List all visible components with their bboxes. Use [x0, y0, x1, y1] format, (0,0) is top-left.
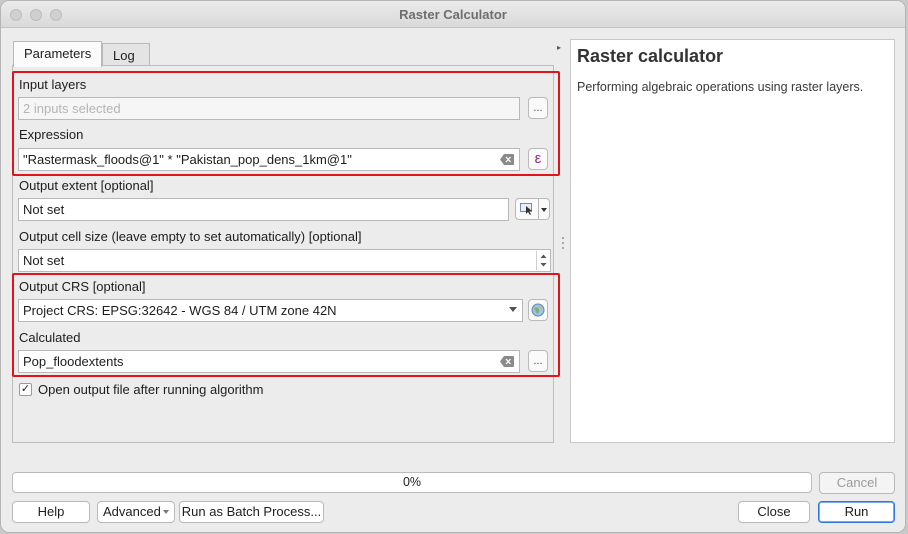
extent-selector-button[interactable]: [515, 198, 539, 220]
output-file-browse-button[interactable]: ...: [528, 350, 548, 372]
help-description: Performing algebraic operations using ra…: [577, 80, 864, 94]
run-batch-button[interactable]: Run as Batch Process...: [179, 501, 324, 523]
calculated-output-field[interactable]: Pop_floodextents: [18, 350, 520, 373]
map-canvas-pointer-icon: [520, 203, 532, 215]
window-title: Raster Calculator: [399, 7, 507, 22]
title-bar: Raster Calculator: [1, 1, 905, 28]
output-crs-label: Output CRS [optional]: [19, 279, 146, 294]
help-button[interactable]: Help: [12, 501, 90, 523]
input-layers-browse-button[interactable]: ...: [528, 97, 548, 119]
tab-log[interactable]: Log: [102, 43, 150, 65]
checkmark-icon: ✓: [20, 383, 31, 395]
calculated-label: Calculated: [19, 330, 81, 345]
progress-label: 0%: [402, 475, 422, 489]
globe-projection-icon: [531, 303, 545, 317]
expression-editor-button[interactable]: ε: [528, 148, 548, 170]
splitter-handle[interactable]: [562, 237, 564, 239]
tab-parameters[interactable]: Parameters: [13, 41, 102, 67]
expression-input[interactable]: "Rastermask_floods@1" * "Pakistan_pop_de…: [18, 148, 520, 171]
input-layers-label: Input layers: [19, 77, 87, 92]
advanced-button[interactable]: Advanced: [97, 501, 175, 523]
output-extent-field[interactable]: Not set: [18, 198, 509, 221]
progress-bar: 0%: [12, 472, 812, 493]
crs-selector-button[interactable]: [528, 299, 548, 321]
expression-label: Expression: [19, 127, 84, 142]
chevron-down-icon: [541, 208, 547, 212]
advanced-label: Advanced: [103, 504, 161, 519]
epsilon-icon: ε: [534, 150, 542, 167]
cell-size-stepper[interactable]: [536, 251, 549, 270]
run-button[interactable]: Run: [818, 501, 895, 523]
output-crs-select[interactable]: Project CRS: EPSG:32642 - WGS 84 / UTM z…: [18, 299, 523, 322]
stepper-arrows-icon: [540, 254, 547, 267]
extent-dropdown-button[interactable]: [538, 198, 550, 220]
splitter-handle[interactable]: [562, 242, 564, 244]
open-output-checkbox[interactable]: ✓: [19, 383, 32, 396]
chevron-down-icon: [509, 307, 517, 312]
chevron-down-icon: [163, 510, 169, 514]
clear-output-icon[interactable]: [500, 356, 514, 367]
cell-size-label: Output cell size (leave empty to set aut…: [19, 229, 362, 244]
close-button[interactable]: Close: [738, 501, 810, 523]
clear-expression-icon[interactable]: [500, 154, 514, 165]
help-title: Raster calculator: [577, 46, 724, 66]
output-extent-label: Output extent [optional]: [19, 178, 154, 193]
cancel-button[interactable]: Cancel: [819, 472, 895, 494]
input-layers-field[interactable]: 2 inputs selected: [18, 97, 520, 120]
open-output-label: Open output file after running algorithm: [38, 382, 264, 397]
help-panel: Raster calculator Performing algebraic o…: [570, 39, 895, 443]
output-crs-value: Project CRS: EPSG:32642 - WGS 84 / UTM z…: [23, 303, 337, 318]
collapse-arrow-icon[interactable]: ▸: [557, 43, 561, 52]
raster-calculator-dialog: Raster Calculator Parameters Log ▸ Input…: [0, 0, 906, 533]
cell-size-field[interactable]: Not set: [18, 249, 551, 272]
splitter-handle[interactable]: [562, 247, 564, 249]
